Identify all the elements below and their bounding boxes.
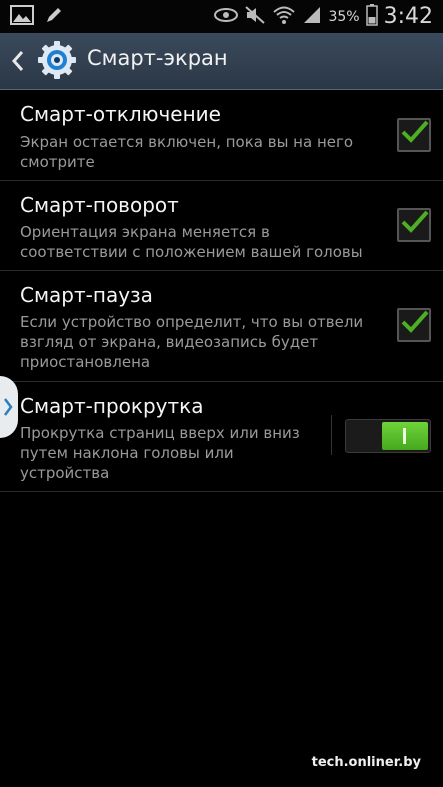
check-icon — [401, 120, 429, 143]
toggle-knob[interactable] — [382, 422, 428, 450]
chevron-right-icon — [4, 398, 13, 416]
smart-rotation-checkbox[interactable] — [397, 208, 431, 242]
page-title: Смарт-экран — [87, 46, 228, 70]
setting-smart-rotation[interactable]: Смарт-поворот Ориентация экрана меняется… — [0, 181, 443, 271]
setting-smart-stay[interactable]: Смарт-отключение Экран остается включен,… — [0, 90, 443, 181]
setting-description: Экран остается включен, пока вы на него … — [20, 133, 354, 171]
gear-icon[interactable] — [36, 39, 78, 81]
signal-icon — [302, 5, 322, 29]
action-bar: Смарт-экран — [0, 33, 443, 90]
setting-smart-scroll[interactable]: Смарт-прокрутка Прокрутка страниц вверх … — [0, 382, 443, 492]
setting-smart-pause[interactable]: Смарт-пауза Если устройство определит, ч… — [0, 271, 443, 382]
check-icon — [401, 310, 429, 333]
setting-title: Смарт-отключение — [20, 102, 221, 126]
wifi-icon — [272, 5, 296, 29]
setting-title: Смарт-прокрутка — [20, 394, 204, 418]
watermark: tech.onliner.by — [311, 755, 421, 770]
setting-title: Смарт-поворот — [20, 193, 179, 217]
chevron-left-icon[interactable] — [10, 49, 26, 73]
status-bar: 35% 3:42 — [0, 0, 443, 33]
battery-percent: 35% — [328, 8, 360, 25]
toggle-divider — [331, 415, 332, 455]
setting-description: Если устройство определит, что вы отвели… — [20, 313, 364, 371]
smart-stay-checkbox[interactable] — [397, 118, 431, 152]
mute-icon — [244, 5, 266, 29]
clock: 3:42 — [383, 4, 433, 29]
smart-pause-checkbox[interactable] — [397, 308, 431, 342]
pen-icon — [44, 5, 64, 29]
setting-title: Смарт-пауза — [20, 283, 153, 307]
smart-scroll-toggle[interactable] — [345, 419, 431, 453]
battery-icon — [365, 3, 378, 30]
side-panel-handle[interactable] — [0, 376, 18, 438]
setting-description: Ориентация экрана меняется в соответстви… — [20, 223, 363, 261]
eye-icon — [214, 7, 239, 27]
gallery-icon — [10, 5, 34, 29]
check-icon — [401, 210, 429, 233]
setting-description: Прокрутка страниц вверх или вниз путем н… — [20, 424, 300, 482]
